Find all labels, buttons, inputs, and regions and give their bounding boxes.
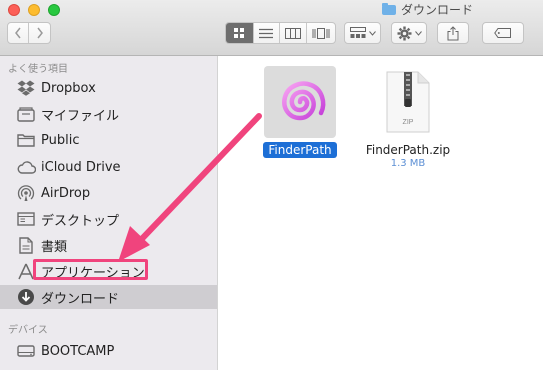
sidebar-item-label: ダウンロード	[41, 291, 120, 307]
file-item-finderpath-zip[interactable]: ZIP FinderPath.zip 1.3 MB	[361, 66, 455, 169]
document-icon	[16, 236, 36, 254]
action-button[interactable]	[391, 22, 427, 44]
dropbox-icon	[16, 79, 36, 97]
sidebar: よく使う項目 Dropbox マイファイル Public iCloud Driv…	[0, 56, 218, 370]
file-size: 1.3 MB	[390, 158, 426, 169]
annotation-highlight-box	[33, 259, 148, 280]
back-button[interactable]	[8, 23, 30, 43]
tag-button[interactable]	[482, 22, 524, 44]
chevron-right-icon	[36, 27, 43, 39]
navigation-buttons	[7, 22, 51, 44]
cover-flow-button[interactable]	[307, 23, 335, 43]
download-icon	[16, 288, 36, 306]
column-view-icon	[284, 27, 301, 39]
cloud-icon	[16, 158, 36, 176]
chevron-down-icon	[368, 30, 376, 36]
file-item-finderpath[interactable]: FinderPath	[263, 66, 337, 158]
finderpath-app-icon	[264, 66, 336, 138]
folder-icon	[382, 2, 396, 15]
zip-badge: ZIP	[403, 119, 414, 126]
title-bar: ダウンロード	[0, 0, 543, 56]
sidebar-item-label: AirDrop	[41, 185, 91, 201]
file-name: FinderPath.zip	[365, 143, 451, 157]
share-icon	[447, 25, 459, 40]
sidebar-item-label: BOOTCAMP	[41, 343, 115, 359]
devices-heading: デバイス	[8, 325, 48, 336]
sidebar-item-label: 書類	[41, 239, 68, 255]
list-view-icon	[259, 28, 274, 38]
arrange-icon	[349, 27, 366, 38]
chevron-left-icon	[15, 27, 21, 39]
window-title: ダウンロード	[382, 1, 473, 18]
sidebar-item-documents[interactable]: 書類	[0, 233, 217, 257]
all-my-files-icon	[16, 105, 36, 123]
file-browser: FinderPath ZIP FinderPath.zip 1.3 MB	[218, 56, 543, 370]
icon-view-icon	[234, 28, 245, 38]
disk-icon	[16, 342, 36, 360]
close-window-button[interactable]	[8, 4, 20, 16]
zoom-window-button[interactable]	[48, 4, 60, 16]
desktop-icon	[16, 210, 36, 228]
sidebar-item-label: Public	[41, 132, 80, 148]
sidebar-item-my-files[interactable]: マイファイル	[0, 102, 217, 126]
sidebar-item-dropbox[interactable]: Dropbox	[0, 76, 217, 100]
window-title-text: ダウンロード	[401, 3, 474, 17]
sidebar-item-label: Dropbox	[41, 80, 96, 96]
minimize-window-button[interactable]	[28, 4, 40, 16]
arrange-button[interactable]	[344, 22, 381, 44]
folder-icon	[16, 131, 36, 149]
sidebar-item-bootcamp[interactable]: BOOTCAMP	[0, 339, 217, 363]
forward-button[interactable]	[29, 23, 50, 43]
chevron-down-icon	[414, 30, 422, 36]
share-button[interactable]	[437, 22, 469, 44]
sidebar-item-desktop[interactable]: デスクトップ	[0, 207, 217, 231]
file-name: FinderPath	[263, 142, 337, 158]
sidebar-item-public[interactable]: Public	[0, 128, 217, 152]
favorites-heading: よく使う項目	[8, 64, 68, 75]
sidebar-item-airdrop[interactable]: AirDrop	[0, 181, 217, 205]
sidebar-item-label: マイファイル	[41, 108, 120, 124]
view-mode-control	[225, 22, 336, 44]
sidebar-item-icloud-drive[interactable]: iCloud Drive	[0, 155, 217, 179]
sidebar-item-downloads[interactable]: ダウンロード	[0, 285, 217, 309]
column-view-button[interactable]	[280, 23, 307, 43]
sidebar-item-label: デスクトップ	[41, 213, 120, 229]
gear-icon	[397, 26, 411, 40]
airdrop-icon	[16, 184, 36, 202]
tag-icon	[494, 28, 511, 38]
sidebar-item-label: iCloud Drive	[41, 159, 121, 175]
icon-view-button[interactable]	[226, 23, 254, 43]
list-view-button[interactable]	[254, 23, 281, 43]
cover-flow-icon	[312, 27, 330, 39]
zip-file-icon: ZIP	[378, 66, 438, 138]
